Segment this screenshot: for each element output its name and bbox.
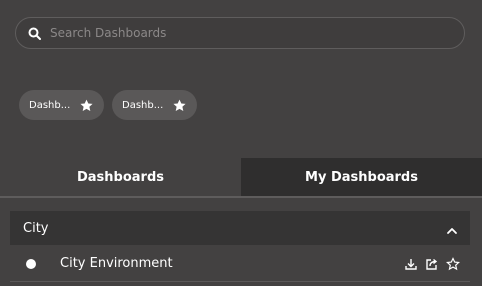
row-actions [404,256,460,271]
search-icon [26,25,42,41]
dashboard-tabs: Dashboards My Dashboards [0,158,482,198]
share-icon[interactable] [425,257,439,271]
star-icon[interactable] [79,98,94,113]
favorite-dashboards: Dashb... Dashb... [19,90,197,120]
group-name: City [23,220,49,236]
status-dot [26,258,36,269]
favorite-chip-label: Dashb... [29,99,71,111]
download-icon[interactable] [404,257,418,271]
group-header-city[interactable]: City [10,211,470,245]
favorite-chip[interactable]: Dashb... [19,90,104,120]
favorite-chip-label: Dashb... [122,99,164,111]
search-bar[interactable] [15,17,465,49]
chevron-up-icon[interactable] [446,222,458,234]
tab-dashboards[interactable]: Dashboards [0,158,241,196]
tab-my-dashboards[interactable]: My Dashboards [241,158,482,196]
divider [10,281,470,282]
favorite-chip[interactable]: Dashb... [112,90,197,120]
list-item[interactable]: City Environment [10,246,470,281]
star-outline-icon[interactable] [446,256,460,271]
star-icon[interactable] [172,98,187,113]
dashboard-title[interactable]: City Environment [60,256,404,271]
search-input[interactable] [42,17,464,49]
